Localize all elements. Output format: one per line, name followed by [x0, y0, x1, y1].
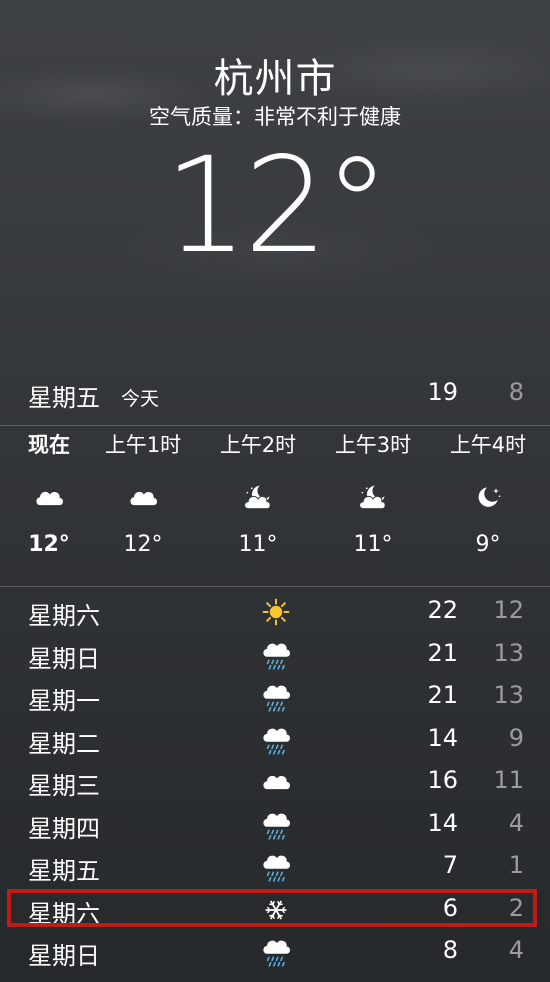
day-high: 8 — [442, 936, 458, 964]
highlight-box — [7, 889, 537, 927]
day-name: 星期日 — [28, 942, 100, 970]
hourly-forecast[interactable]: 现在 12° 上午1时 12° 上午2时 11° 上午3时 11° 上午4时 9° — [0, 430, 550, 580]
rain-icon — [263, 643, 290, 670]
day-icon — [258, 679, 294, 715]
today-label: 今天 — [121, 388, 160, 410]
hour-label: 上午1时 — [104, 433, 182, 457]
today-high: 19 — [427, 378, 458, 406]
day-high: 16 — [427, 766, 458, 794]
hour-icon-wrap — [93, 470, 193, 526]
sun-icon — [262, 598, 290, 626]
hourly-item: 上午4时 9° — [438, 430, 538, 557]
rain-icon — [263, 855, 290, 882]
rain-icon — [263, 940, 290, 967]
moon-cloud-icon — [244, 485, 271, 510]
daily-row: 星期三 16 11 — [0, 762, 550, 804]
day-high: 14 — [427, 723, 458, 752]
day-low: 13 — [493, 638, 524, 667]
day-low: 12 — [493, 596, 524, 624]
day-low: 9 — [508, 723, 524, 752]
day-low: 4 — [508, 808, 524, 837]
day-low: 13 — [493, 681, 524, 709]
hour-temperature: 12° — [28, 532, 70, 557]
hourly-item: 现在 12° — [0, 430, 99, 557]
hour-temperature: 11° — [353, 532, 393, 557]
day-icon — [258, 807, 294, 843]
daily-row: 星期日 8 4 — [0, 932, 550, 974]
day-name: 星期一 — [28, 687, 100, 715]
day-high: 22 — [427, 596, 458, 624]
divider — [0, 425, 550, 426]
day-low: 4 — [508, 936, 524, 964]
rain-icon — [263, 813, 290, 840]
day-icon — [258, 722, 294, 758]
daily-row: 星期四 14 4 — [0, 805, 550, 847]
day-name: 星期五 — [28, 857, 100, 885]
hour-label: 上午4时 — [449, 433, 527, 457]
day-high: 7 — [442, 851, 458, 879]
daily-row: 星期二 14 9 — [0, 720, 550, 762]
hour-label: 现在 — [28, 433, 70, 457]
hourly-item: 上午3时 11° — [323, 430, 423, 557]
day-icon — [258, 849, 294, 885]
daily-row: 星期日 21 13 — [0, 635, 550, 677]
cloud-icon — [130, 491, 157, 506]
day-icon — [258, 764, 294, 800]
hour-label: 上午3时 — [334, 433, 412, 457]
daily-row: 星期五 7 1 — [0, 847, 550, 889]
hourly-item: 上午1时 12° — [93, 430, 193, 557]
daily-row: 星期一 21 13 — [0, 677, 550, 719]
day-name: 星期四 — [28, 814, 100, 843]
hour-temperature: 9° — [475, 532, 501, 557]
hour-icon-wrap — [323, 470, 423, 526]
day-high: 21 — [427, 638, 458, 667]
day-name: 星期三 — [28, 772, 100, 800]
hour-temperature: 12° — [123, 532, 163, 557]
today-low: 8 — [508, 378, 524, 406]
divider — [0, 586, 550, 587]
day-high: 21 — [427, 681, 458, 709]
cloud-icon — [36, 491, 63, 506]
hourly-item: 上午2时 11° — [208, 430, 308, 557]
city-name: 杭州市 — [213, 56, 337, 102]
hour-label: 上午2时 — [219, 433, 297, 457]
today-summary-row: 星期五 今天 19 8 — [0, 368, 550, 418]
day-name: 星期六 — [28, 602, 100, 630]
today-day: 星期五 — [28, 384, 100, 412]
daily-row: 星期六 22 12 — [0, 592, 550, 634]
moon-stars-icon — [478, 487, 501, 507]
day-icon — [258, 934, 294, 970]
hour-temperature: 11° — [238, 532, 278, 557]
current-temperature: 12° — [164, 129, 390, 283]
day-low: 1 — [508, 851, 524, 879]
rain-icon — [263, 685, 290, 712]
day-name: 星期日 — [28, 644, 100, 673]
hour-icon-wrap — [438, 470, 538, 526]
day-icon — [258, 594, 294, 630]
moon-cloud-icon — [359, 485, 386, 510]
day-icon — [258, 637, 294, 673]
hour-icon-wrap — [208, 470, 308, 526]
cloud-icon — [263, 775, 290, 790]
day-low: 11 — [493, 766, 524, 794]
air-quality: 空气质量：非常不利于健康 — [149, 105, 401, 129]
day-high: 14 — [427, 808, 458, 837]
rain-icon — [263, 728, 290, 755]
day-name: 星期二 — [28, 729, 100, 758]
hour-icon-wrap — [0, 470, 99, 526]
